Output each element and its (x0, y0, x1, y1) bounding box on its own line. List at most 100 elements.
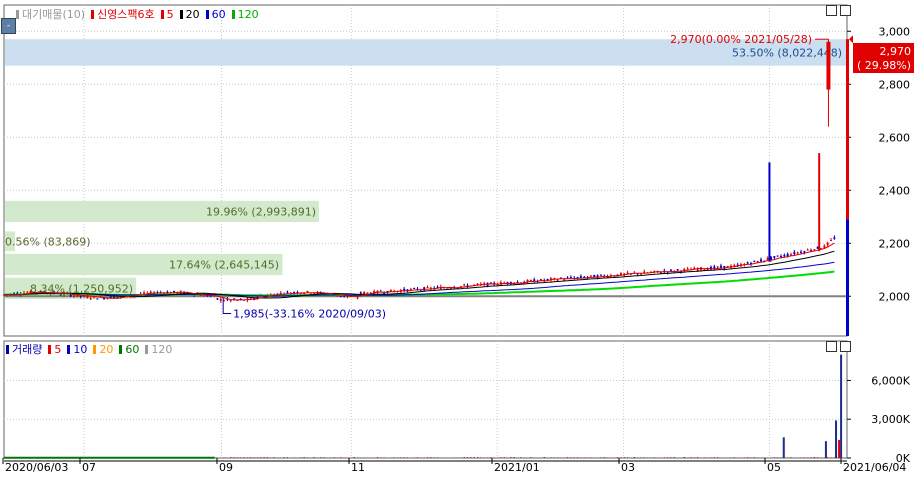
volume-legend-swatch-0 (6, 344, 9, 354)
candle-body (713, 266, 716, 269)
volume-panel-buttons (826, 341, 851, 352)
volume-legend-label-4[interactable]: 60 (125, 343, 139, 356)
volume-legend-swatch-5 (145, 344, 149, 354)
candle-body (599, 274, 602, 276)
volume-spike (838, 439, 841, 458)
volume-spike (835, 420, 838, 458)
candle-body (286, 291, 289, 293)
volume-legend-swatch-2 (67, 344, 71, 354)
volume-profile-label: 19.96% (2,993,891) (206, 205, 316, 218)
side-panel-icon[interactable]: - (1, 18, 16, 34)
volume-ytick-label: 6,000K (871, 374, 910, 387)
candle-body (783, 255, 786, 257)
price-ytick-label: 2,800 (879, 78, 911, 91)
candle-body (73, 295, 76, 297)
candle-body (826, 242, 829, 246)
candle-body (579, 276, 582, 278)
candle-body (366, 292, 369, 294)
candle-body (413, 288, 416, 290)
low-annotation-label: 1,985(-33.16% 2020/09/03) (233, 307, 386, 320)
candle-body (793, 251, 796, 255)
candle-body (830, 240, 833, 242)
price-legend-swatch-2 (160, 9, 164, 19)
candle-body (766, 258, 769, 260)
current-price-bar-down (846, 219, 849, 336)
candle-body (823, 245, 826, 248)
candle-body (753, 260, 756, 262)
candle-body (69, 294, 72, 297)
candle-body (813, 249, 816, 251)
candle-body (216, 298, 219, 300)
candle-body (219, 298, 222, 301)
close-icon[interactable] (840, 5, 851, 16)
candle-body (79, 295, 82, 297)
volume-spike (840, 354, 843, 458)
price-ytick-label: 2,400 (879, 184, 911, 197)
volume-legend-label-0[interactable]: 거래량 (12, 341, 42, 357)
candle-body (359, 292, 362, 294)
candle-body (683, 268, 686, 271)
volume-legend-label-3[interactable]: 20 (99, 343, 113, 356)
candle-body (786, 253, 789, 256)
candle-body (409, 288, 412, 290)
high-annotation-label: 2,970(0.00% 2021/05/28) (670, 33, 812, 46)
price-ytick-label: 3,000 (879, 25, 911, 38)
price-legend-swatch-4 (205, 9, 209, 19)
candle-body (489, 282, 492, 284)
candle-body (746, 262, 749, 264)
price-legend-label-4[interactable]: 60 (212, 8, 226, 21)
price-ytick-label: 2,000 (879, 290, 911, 303)
volume-legend-label-1[interactable]: 5 (54, 343, 61, 356)
candle-body (143, 292, 146, 295)
candle-body (556, 279, 559, 281)
x-tick-label: 09 (219, 461, 233, 474)
candle-body (339, 295, 342, 297)
candle-body (800, 251, 803, 253)
price-legend-label-1[interactable]: 신영스팩6호 (97, 6, 155, 22)
candle-body (426, 287, 429, 289)
candle-body (563, 279, 566, 281)
candle-body (89, 298, 92, 300)
current-price-bar-up (846, 39, 849, 220)
minimize-icon[interactable] (826, 5, 837, 16)
candle-body (306, 290, 309, 293)
candle-body (686, 268, 689, 270)
minimize-icon[interactable] (826, 341, 837, 352)
candle-body (59, 294, 62, 296)
candle-body (529, 279, 532, 281)
volume-legend-swatch-3 (93, 344, 97, 354)
candle-body (773, 256, 776, 258)
price-legend-label-2[interactable]: 5 (167, 8, 174, 21)
volume-legend-label-2[interactable]: 10 (73, 343, 87, 356)
volume-legend-swatch-4 (119, 344, 123, 354)
volume-profile-label: 53.50% (8,022,448) (732, 46, 842, 59)
price-ytick-label: 2,600 (879, 131, 911, 144)
candle-body (759, 259, 762, 262)
x-tick-label: 2021/01 (494, 461, 540, 474)
x-tick-label: 11 (351, 461, 365, 474)
candle-body (589, 275, 592, 277)
x-tick-label: 2020/06/03 (5, 461, 68, 474)
candle-body (779, 256, 782, 258)
x-tick-label: 2021/06/04 (843, 461, 906, 474)
price-legend-swatch-1 (91, 9, 95, 19)
price-legend-label-3[interactable]: 20 (186, 8, 200, 21)
price-legend-label-5[interactable]: 120 (238, 8, 259, 21)
candle-body (833, 237, 836, 239)
price-legend-swatch-3 (179, 9, 183, 19)
candle-body (806, 249, 809, 251)
candle-body (790, 254, 793, 256)
candle-body (546, 278, 549, 280)
volume-legend-label-5[interactable]: 120 (151, 343, 172, 356)
candle-body (803, 251, 806, 253)
current-price-change: ( 29.98%) (857, 59, 911, 72)
volume-panel-frame (3, 340, 848, 459)
close-icon[interactable] (840, 341, 851, 352)
current-price-arrow (849, 35, 853, 44)
volume-legend: 거래량 5 10 20 60 120 (6, 341, 175, 357)
chart-svg: 2,000 2,200 2,400 2,600 2,800 3,000 53.50% (8,… (2, 4, 914, 474)
volume-profile-label: 17.64% (2,645,145) (169, 258, 279, 271)
candle-body (86, 295, 89, 299)
candle-body (569, 277, 572, 279)
price-legend-label-0[interactable]: 대기매물(10) (22, 6, 85, 22)
